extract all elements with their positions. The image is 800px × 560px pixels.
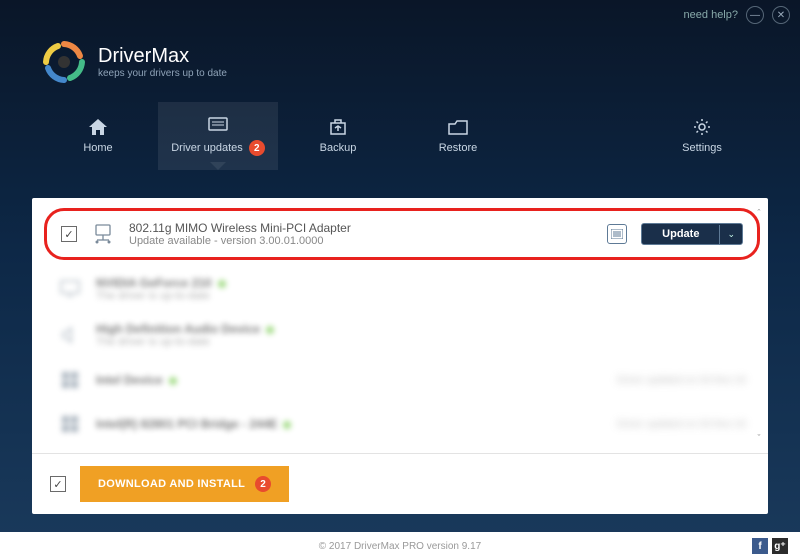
driver-meta: Driver updated on 03-Nov-16 — [617, 375, 746, 386]
status-dot-icon — [218, 280, 226, 288]
details-button[interactable] — [607, 224, 627, 244]
driver-row: NVIDIA GeForce 210 The driver is up-to-d… — [50, 266, 754, 312]
driver-row: Intel Device Driver updated on 03-Nov-16 — [50, 358, 754, 402]
help-link[interactable]: need help? — [684, 9, 738, 21]
app-subtitle: keeps your drivers up to date — [98, 68, 227, 79]
facebook-icon[interactable]: f — [752, 538, 768, 554]
driver-title: 802.11g MIMO Wireless Mini-PCI Adapter — [129, 221, 593, 235]
driver-row: High Definition Audio Device The driver … — [50, 312, 754, 358]
scroll-down-icon[interactable]: ˇ — [758, 433, 761, 443]
download-badge: 2 — [255, 476, 271, 492]
logo-area: DriverMax keeps your drivers up to date — [0, 30, 800, 102]
close-button[interactable]: ✕ — [772, 6, 790, 24]
tab-driver-updates[interactable]: Driver updates 2 — [158, 102, 278, 170]
backup-icon — [328, 118, 348, 136]
updates-badge: 2 — [249, 140, 265, 156]
tab-label: Backup — [320, 142, 357, 154]
tab-backup[interactable]: Backup — [278, 102, 398, 170]
chevron-down-icon[interactable]: ⌄ — [719, 225, 742, 244]
driver-subtitle: Update available - version 3.00.01.0000 — [129, 235, 593, 247]
tab-home[interactable]: Home — [38, 102, 158, 170]
driver-row: Intel(R) 82801 PCI Bridge - 244E Driver … — [50, 402, 754, 446]
monitor-icon — [58, 277, 82, 301]
app-title: DriverMax — [98, 45, 227, 68]
checkbox[interactable]: ✓ — [61, 226, 77, 242]
tab-restore[interactable]: Restore — [398, 102, 518, 170]
tab-label: Restore — [439, 142, 478, 154]
windows-icon — [58, 368, 82, 392]
app-logo-icon — [42, 40, 86, 84]
windows-icon — [58, 412, 82, 436]
tab-label: Driver updates — [171, 142, 243, 154]
minimize-button[interactable]: — — [746, 6, 764, 24]
driver-title: Intel Device — [96, 373, 603, 387]
footer: © 2017 DriverMax PRO version 9.17 f g⁺ — [0, 532, 800, 560]
driver-title: High Definition Audio Device — [96, 322, 746, 336]
gear-icon — [692, 118, 712, 136]
tab-label: Home — [83, 142, 112, 154]
status-dot-icon — [266, 326, 274, 334]
driver-list: ✓ 802.11g MIMO Wireless Mini-PCI Adapter… — [32, 198, 768, 453]
content-panel: ✓ 802.11g MIMO Wireless Mini-PCI Adapter… — [32, 198, 768, 514]
download-label: DOWNLOAD AND INSTALL — [98, 478, 245, 490]
driver-subtitle: The driver is up-to-date — [96, 290, 746, 302]
driver-title: NVIDIA GeForce 210 — [96, 276, 746, 290]
download-install-button[interactable]: DOWNLOAD AND INSTALL 2 — [80, 466, 289, 502]
driver-meta: Driver updated on 03-Nov-16 — [617, 419, 746, 430]
network-adapter-icon — [91, 222, 115, 246]
driver-row-featured: ✓ 802.11g MIMO Wireless Mini-PCI Adapter… — [44, 208, 760, 260]
restore-icon — [448, 118, 468, 136]
status-dot-icon — [169, 377, 177, 385]
copyright: © 2017 DriverMax PRO version 9.17 — [319, 541, 481, 552]
home-icon — [88, 118, 108, 136]
update-button[interactable]: Update ⌄ — [641, 223, 743, 245]
scrollbar[interactable]: ˆ ˇ — [752, 208, 766, 443]
select-all-checkbox[interactable]: ✓ — [50, 476, 66, 492]
driver-title: Intel(R) 82801 PCI Bridge - 244E — [96, 417, 603, 431]
driver-subtitle: The driver is up-to-date — [96, 336, 746, 348]
tab-label: Settings — [682, 142, 722, 154]
social-links: f g⁺ — [752, 538, 788, 554]
updates-icon — [208, 116, 228, 134]
main-tabs: Home Driver updates 2 Backup Restore Sett… — [0, 102, 800, 170]
google-plus-icon[interactable]: g⁺ — [772, 538, 788, 554]
scroll-up-icon[interactable]: ˆ — [758, 208, 761, 218]
tab-settings[interactable]: Settings — [642, 102, 762, 170]
status-dot-icon — [283, 421, 291, 429]
bottom-bar: ✓ DOWNLOAD AND INSTALL 2 — [32, 453, 768, 514]
audio-icon — [58, 323, 82, 347]
update-button-label: Update — [642, 224, 719, 244]
titlebar: need help? — ✕ — [0, 0, 800, 30]
